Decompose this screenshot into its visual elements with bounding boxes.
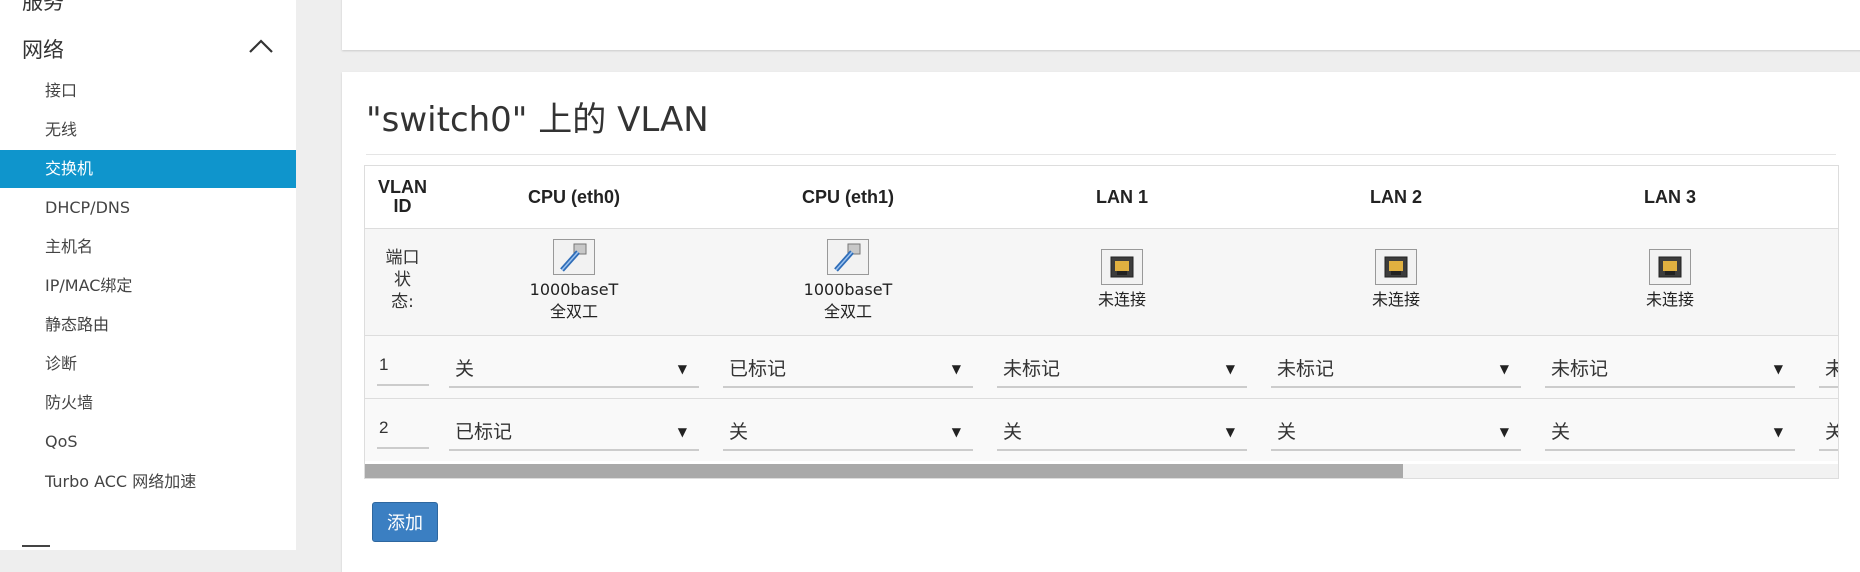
port-membership-select[interactable]: 关 ▼	[449, 350, 699, 388]
horizontal-scrollbar[interactable]	[365, 464, 1838, 478]
sidebar-item-qos[interactable]: QoS	[0, 423, 296, 461]
vlan-id-input[interactable]: 2	[377, 413, 429, 449]
port-membership-select[interactable]: 已标记 ▼	[723, 350, 973, 388]
dropdown-arrow-icon: ▼	[677, 425, 687, 439]
port-status-cell: 未连接	[985, 229, 1259, 335]
column-header-port: LAN 3	[1643, 186, 1696, 207]
select-value: 已标记	[455, 421, 513, 443]
sidebar-item-interfaces[interactable]: 接口	[0, 72, 296, 110]
sidebar-item-diagnostics[interactable]: 诊断	[0, 345, 296, 383]
vlan-id-input[interactable]: 1	[377, 350, 429, 386]
port-membership-select[interactable]: 关 ▼	[997, 413, 1247, 451]
scrollbar-thumb[interactable]	[365, 464, 1404, 478]
sidebar-item-ip-mac-binding[interactable]: IP/MAC绑定	[0, 267, 296, 305]
port-membership-select[interactable]: 未标记 ▼	[997, 350, 1247, 388]
column-header-vlan-id: VLAN ID	[365, 166, 440, 228]
ethernet-cable-connected-icon	[553, 239, 595, 275]
link-speed: 1000baseT	[529, 280, 619, 299]
ethernet-cable-connected-icon	[827, 239, 869, 275]
sidebar-item-switch[interactable]: 交换机	[0, 150, 296, 188]
sidebar-item-wireless[interactable]: 无线	[0, 111, 296, 149]
sidebar-item-dhcp-dns[interactable]: DHCP/DNS	[0, 189, 296, 227]
column-header-port: LAN 1	[1095, 186, 1148, 207]
section-title: "switch0" 上的 VLAN	[366, 100, 709, 140]
dropdown-arrow-icon: ▼	[1225, 425, 1235, 439]
column-header-port: CPU (eth1)	[801, 186, 894, 207]
previous-section-card	[342, 0, 1860, 50]
select-value: 关	[1551, 421, 1571, 443]
port-membership-select-partial[interactable]: 未	[1819, 350, 1838, 388]
vlan-section-card: "switch0" 上的 VLAN VLAN ID CPU (eth0) CPU …	[342, 72, 1860, 572]
dropdown-arrow-icon: ▼	[1773, 362, 1783, 376]
add-vlan-button[interactable]: 添加	[372, 502, 438, 542]
sidebar-group-services[interactable]: 服务	[22, 0, 64, 16]
link-status: 未连接	[1371, 290, 1420, 309]
select-value: 未标记	[1551, 358, 1609, 380]
sidebar-item-hostnames[interactable]: 主机名	[0, 228, 296, 266]
select-value: 关	[1003, 421, 1023, 443]
port-status-row: 端口 状 态: 1000baseT 全双工 1000baseT 全双工 未连接 …	[365, 229, 1838, 336]
dropdown-arrow-icon: ▼	[1499, 362, 1509, 376]
select-value: 未标记	[1277, 358, 1335, 380]
port-membership-select[interactable]: 已标记 ▼	[449, 413, 699, 451]
link-speed: 1000baseT	[803, 280, 893, 299]
dropdown-arrow-icon: ▼	[951, 425, 961, 439]
title-divider	[366, 154, 1836, 155]
ethernet-port-disconnected-icon	[1649, 249, 1691, 285]
dropdown-arrow-icon: ▼	[677, 362, 687, 376]
link-duplex: 全双工	[549, 302, 598, 321]
sidebar-item-firewall[interactable]: 防火墙	[0, 384, 296, 422]
sidebar-item-turbo-acc[interactable]: Turbo ACC 网络加速	[0, 463, 296, 501]
link-duplex: 全双工	[823, 302, 872, 321]
port-membership-select[interactable]: 关 ▼	[723, 413, 973, 451]
column-header-port: LAN 2	[1369, 186, 1422, 207]
port-status-cell: 1000baseT 全双工	[711, 229, 985, 335]
vlan-header-line: ID	[393, 196, 412, 216]
port-status-label: 端口 状 态:	[365, 247, 440, 313]
port-status-cell: 未连接	[1259, 229, 1533, 335]
select-value: 关	[1277, 421, 1297, 443]
link-status: 未连接	[1097, 290, 1146, 309]
table-header-row: VLAN ID CPU (eth0) CPU (eth1) LAN 1 LAN 2…	[365, 166, 1838, 229]
select-value: 已标记	[729, 358, 787, 380]
vlan-header-line: VLAN	[378, 177, 427, 197]
select-value: 关	[455, 358, 475, 380]
dropdown-arrow-icon: ▼	[951, 362, 961, 376]
sidebar-item-static-routes[interactable]: 静态路由	[0, 306, 296, 344]
select-value: 关	[729, 421, 749, 443]
sidebar: 服务 网络 接口 无线 交换机 DHCP/DNS 主机名 IP/MAC绑定 静态…	[0, 0, 296, 550]
chevron-up-icon[interactable]	[248, 38, 274, 54]
sidebar-group-network[interactable]: 网络	[22, 34, 64, 64]
sidebar-next-group-icon	[22, 545, 50, 557]
select-value: 未标记	[1003, 358, 1061, 380]
select-value: 未	[1825, 358, 1838, 380]
table-row: 1 关▼ 已标记▼ 未标记▼ 未标记▼ 未标记▼ 未	[365, 336, 1838, 399]
status-label-line: 态:	[391, 292, 414, 312]
port-membership-select[interactable]: 关 ▼	[1545, 413, 1795, 451]
port-membership-select[interactable]: 未标记 ▼	[1271, 350, 1521, 388]
dropdown-arrow-icon: ▼	[1225, 362, 1235, 376]
port-membership-select[interactable]: 未标记 ▼	[1545, 350, 1795, 388]
link-status: 未连接	[1645, 290, 1694, 309]
dropdown-arrow-icon: ▼	[1499, 425, 1509, 439]
ethernet-port-disconnected-icon	[1375, 249, 1417, 285]
ethernet-port-disconnected-icon	[1101, 249, 1143, 285]
column-header-port: CPU (eth0)	[527, 186, 620, 207]
port-status-cell: 未连接	[1533, 229, 1807, 335]
port-membership-select[interactable]: 关 ▼	[1271, 413, 1521, 451]
table-row: 2 已标记▼ 关▼ 关▼ 关▼ 关▼ 关	[365, 399, 1838, 461]
select-value: 关	[1825, 421, 1838, 443]
dropdown-arrow-icon: ▼	[1773, 425, 1783, 439]
port-membership-select-partial[interactable]: 关	[1819, 413, 1838, 451]
port-status-cell: 1000baseT 全双工	[437, 229, 711, 335]
status-label-line: 状	[394, 270, 411, 290]
status-label-line: 端口	[385, 248, 420, 268]
vlan-table: VLAN ID CPU (eth0) CPU (eth1) LAN 1 LAN 2…	[364, 165, 1839, 479]
